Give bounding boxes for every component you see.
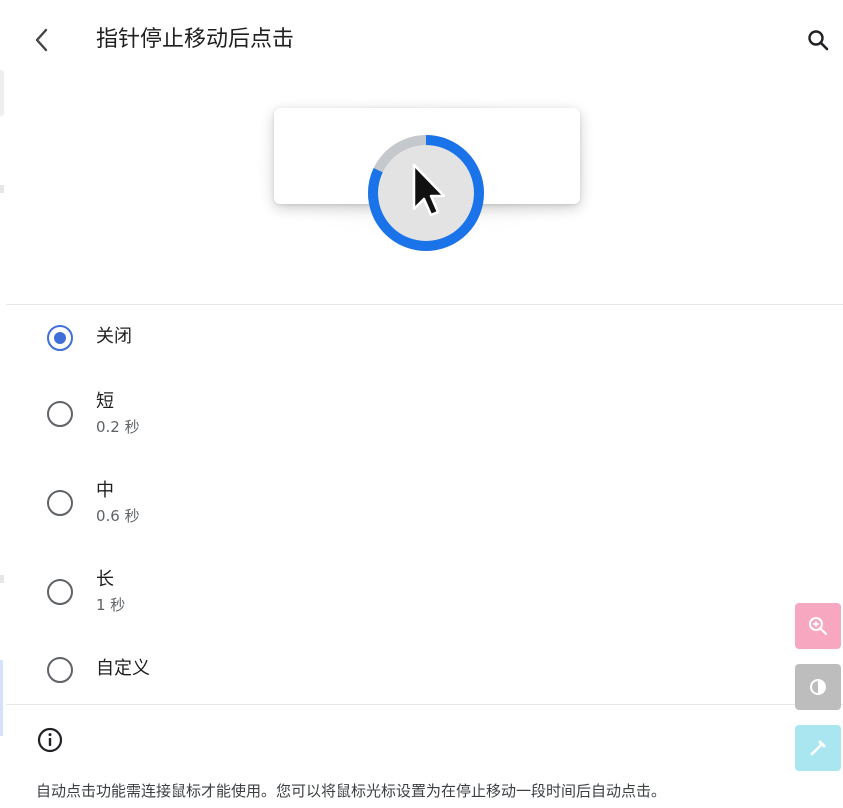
chevron-left-icon xyxy=(35,28,48,52)
option-duration: 0.2 秒 xyxy=(96,418,140,436)
option-label: 关闭 xyxy=(96,326,132,347)
option-label: 短 xyxy=(96,391,114,412)
contrast-icon xyxy=(810,679,826,695)
info-icon xyxy=(37,727,63,753)
option-label: 长 xyxy=(96,569,114,590)
search-button[interactable] xyxy=(798,20,838,60)
radio-button[interactable] xyxy=(47,401,73,427)
page-title: 指针停止移动后点击 xyxy=(96,27,295,52)
radio-button[interactable] xyxy=(47,325,73,351)
search-icon xyxy=(808,30,829,51)
option-label: 自定义 xyxy=(96,658,150,679)
radio-button[interactable] xyxy=(47,490,73,516)
option-long[interactable]: 长 1 秒 xyxy=(0,558,780,626)
divider xyxy=(6,704,843,705)
option-duration: 0.6 秒 xyxy=(96,507,140,525)
back-button[interactable] xyxy=(24,22,60,58)
app-bar: 指针停止移动后点击 xyxy=(0,0,843,80)
radio-button[interactable] xyxy=(47,657,73,683)
divider xyxy=(6,304,843,305)
left-edge-fragment xyxy=(0,185,4,193)
radio-button[interactable] xyxy=(47,579,73,605)
zoom-in-button[interactable] xyxy=(795,603,841,649)
zoom-in-icon xyxy=(809,617,828,636)
option-off[interactable]: 关闭 xyxy=(0,312,780,364)
option-duration: 1 秒 xyxy=(96,596,126,614)
cursor-dwell-ring-icon xyxy=(368,135,484,251)
option-short[interactable]: 短 0.2 秒 xyxy=(0,380,780,448)
option-custom[interactable]: 自定义 xyxy=(0,644,780,696)
left-edge-fragment xyxy=(0,70,4,116)
contrast-button[interactable] xyxy=(795,664,841,710)
color-picker-button[interactable] xyxy=(795,725,841,771)
dwell-click-illustration xyxy=(240,86,612,266)
color-picker-icon xyxy=(810,740,826,756)
option-label: 中 xyxy=(96,480,114,501)
footer-description: 自动点击功能需连接鼠标才能使用。您可以将鼠标光标设置为在停止移动一段时间后自动点… xyxy=(36,782,667,800)
option-medium[interactable]: 中 0.6 秒 xyxy=(0,469,780,537)
